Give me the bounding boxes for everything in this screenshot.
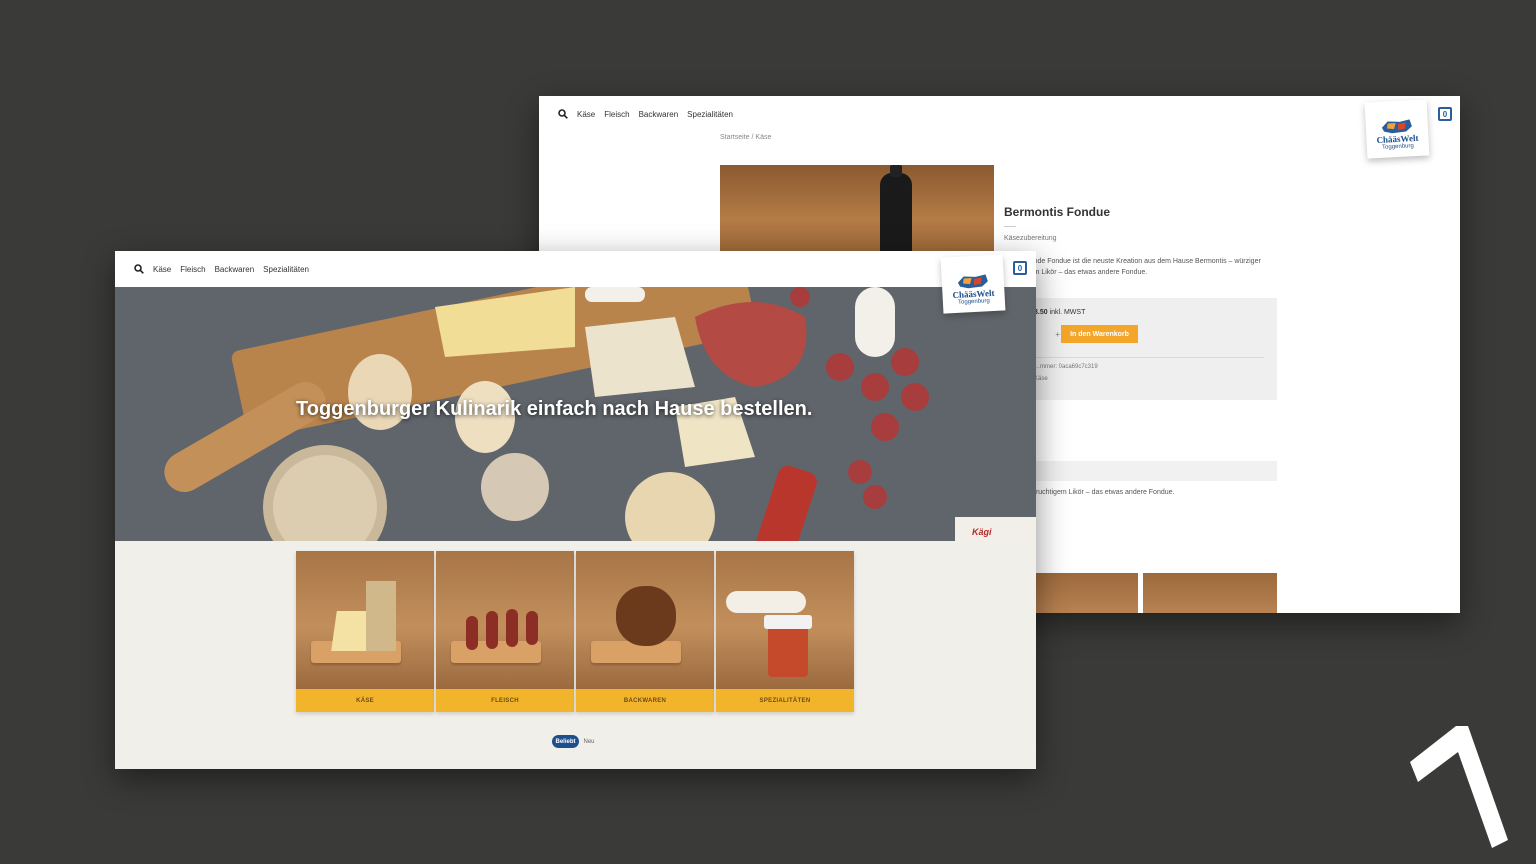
product-description: …hmelzende Fondue ist die neuste Kreatio… (1004, 258, 1261, 276)
product-category[interactable]: Käsezubereitung (1004, 235, 1057, 242)
main-nav: Käse Fleisch Backwaren Spezialitäten (134, 264, 309, 274)
category-link[interactable]: Käse (1034, 376, 1048, 382)
long-description: fruchtigem Likör – das etwas andere Fond… (1034, 489, 1175, 496)
jam-jar-shape (768, 621, 808, 677)
category-image (296, 551, 434, 689)
category-image (716, 551, 854, 689)
nav-item-fleisch[interactable]: Fleisch (604, 110, 629, 119)
logo-subtext: Toggenburg (1381, 142, 1414, 151)
jar-lid-shape (764, 615, 812, 629)
search-icon[interactable] (558, 109, 568, 119)
product-title: Bermontis Fondue (1004, 205, 1111, 219)
salami-shape (486, 611, 498, 649)
hero-banner: Toggenburger Kulinarik einfach nach Haus… (115, 287, 1036, 541)
product-price: 3.50 inkl. MWST (1034, 309, 1086, 316)
category-card-kaese[interactable]: KÄSE (296, 551, 434, 712)
category-card-spezialitaeten[interactable]: SPEZIALITÄTEN (716, 551, 854, 712)
salami-shape (526, 611, 538, 645)
nav-item-backwaren[interactable]: Backwaren (639, 110, 679, 119)
category-grid: KÄSE FLEISCH BACKWAREN SPEZIALITÄTEN (296, 551, 854, 712)
home-page-window: Käse Fleisch Backwaren Spezialitäten 0 T… (115, 251, 1036, 769)
plate-shape (726, 591, 806, 613)
quantity-plus-button[interactable]: + (1055, 330, 1060, 339)
bottle-image (880, 165, 912, 255)
related-product-image[interactable] (1143, 573, 1277, 613)
category-card-backwaren[interactable]: BACKWAREN (576, 551, 714, 712)
category-label: SPEZIALITÄTEN (716, 689, 854, 712)
category-label: KÄSE (296, 689, 434, 712)
breadcrumb[interactable]: Startseite / Käse (720, 134, 771, 141)
title-divider (1004, 226, 1016, 227)
salami-shape (506, 609, 518, 647)
box-divider (1034, 357, 1264, 358)
cart-count: 0 (1442, 109, 1448, 119)
nav-item-kaese[interactable]: Käse (577, 110, 595, 119)
nav-item-fleisch[interactable]: Fleisch (180, 265, 205, 274)
tab-beliebt[interactable]: Beliebt (552, 735, 579, 748)
logo-subtext: Toggenburg (957, 297, 990, 306)
product-image[interactable] (720, 165, 994, 255)
brand-corner-mark-icon (1410, 726, 1508, 848)
purchase-box: 3.50 inkl. MWST + In den Warenkorb …mmer… (1004, 298, 1277, 400)
cheese-wheel-shape (366, 581, 396, 651)
category-image (436, 551, 574, 689)
nav-item-spezialitaeten[interactable]: Spezialitäten (263, 265, 309, 274)
search-icon[interactable] (134, 264, 144, 274)
quantity-stepper[interactable]: + (1034, 327, 1060, 341)
salami-shape (466, 616, 478, 650)
bread-shape (616, 586, 676, 646)
add-to-cart-button[interactable]: In den Warenkorb (1061, 325, 1138, 343)
cart-count: 0 (1017, 263, 1023, 273)
category-card-fleisch[interactable]: FLEISCH (436, 551, 574, 712)
kaegi-brand-label: Kägi (972, 527, 992, 537)
site-header: Käse Fleisch Backwaren Spezialitäten 0 (115, 251, 1036, 288)
description-tabs[interactable] (1004, 461, 1277, 481)
category-image (576, 551, 714, 689)
nav-item-spezialitaeten[interactable]: Spezialitäten (687, 110, 733, 119)
main-nav: Käse Fleisch Backwaren Spezialitäten (558, 109, 733, 119)
category-label: BACKWAREN (576, 689, 714, 712)
tab-neu[interactable]: Neu (582, 735, 596, 748)
category-label: FLEISCH (436, 689, 574, 712)
nav-item-kaese[interactable]: Käse (153, 265, 171, 274)
cart-icon[interactable]: 0 (1438, 107, 1452, 121)
hero-title: Toggenburger Kulinarik einfach nach Haus… (296, 398, 813, 420)
sku-text: …mmer: 0aca69c7c319 (1034, 364, 1098, 370)
site-logo[interactable]: ChääsWelt Toggenburg (940, 254, 1006, 314)
nav-item-backwaren[interactable]: Backwaren (215, 265, 255, 274)
cart-icon[interactable]: 0 (1013, 261, 1027, 275)
site-logo[interactable]: ChääsWelt Toggenburg (1364, 99, 1430, 159)
price-note: inkl. MWST (1049, 309, 1086, 316)
